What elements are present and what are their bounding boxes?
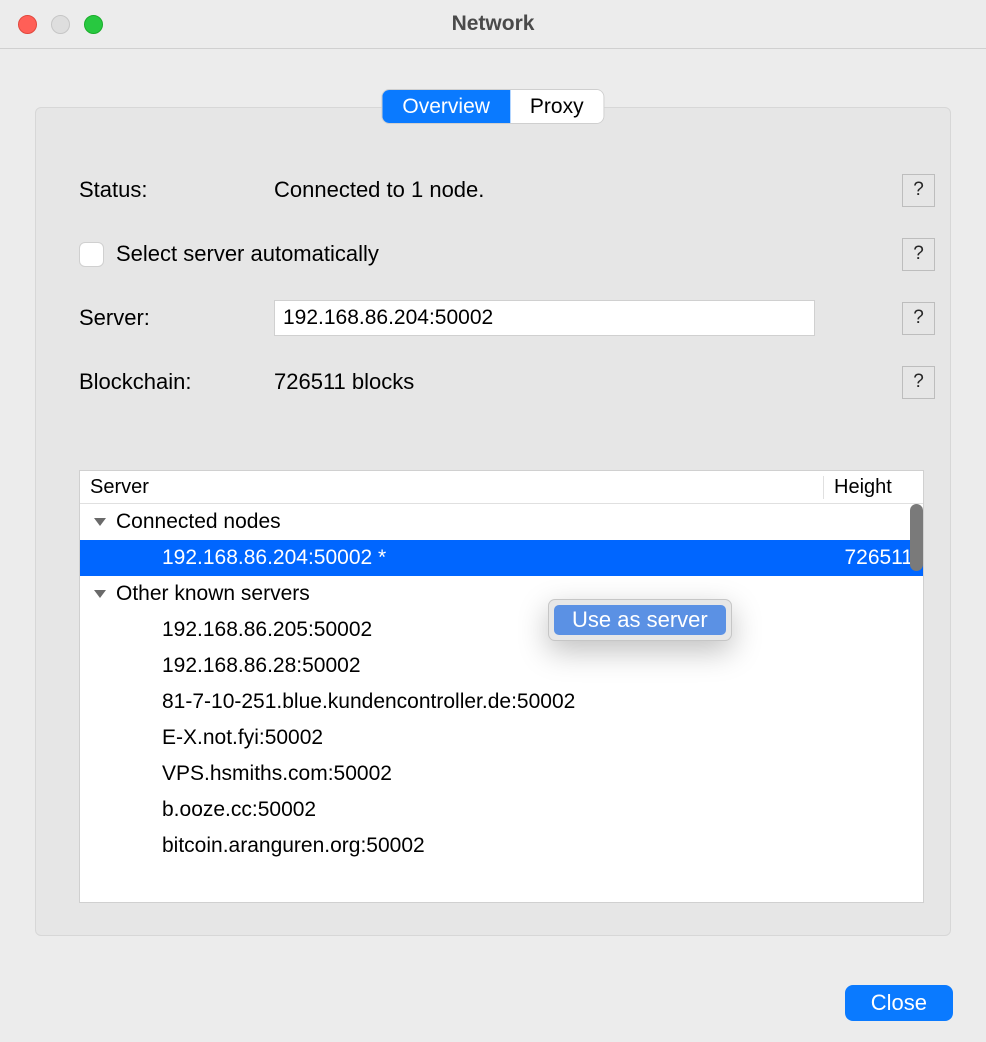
auto-select-label: Select server automatically — [116, 241, 379, 267]
status-label: Status: — [79, 177, 274, 203]
tree-group-connected[interactable]: Connected nodes — [80, 504, 923, 540]
tree-item[interactable]: 192.168.86.28:50002 — [80, 648, 923, 684]
status-row: Status: Connected to 1 node. ? — [79, 172, 935, 208]
tree-group-label: Other known servers — [116, 582, 310, 606]
tree-item-server: 81-7-10-251.blue.kundencontroller.de:500… — [162, 690, 575, 714]
tree-item-server: E-X.not.fyi:50002 — [162, 726, 323, 750]
tree-item-server: 192.168.86.204:50002 * — [162, 546, 386, 570]
blockchain-row: Blockchain: 726511 blocks ? — [79, 364, 935, 400]
tree-item[interactable]: 192.168.86.205:50002 — [80, 612, 923, 648]
tree-item[interactable]: b.ooze.cc:50002 — [80, 792, 923, 828]
context-menu: Use as server — [548, 599, 732, 641]
tree-group-other[interactable]: Other known servers — [80, 576, 923, 612]
window-title: Network — [0, 12, 986, 36]
auto-select-help-button[interactable]: ? — [902, 238, 935, 271]
tree-item[interactable]: VPS.hsmiths.com:50002 — [80, 756, 923, 792]
auto-select-control[interactable]: Select server automatically — [79, 241, 379, 267]
form-area: Status: Connected to 1 node. ? Select se… — [79, 172, 935, 428]
tree-item-selected[interactable]: 192.168.86.204:50002 * 726511 — [80, 540, 923, 576]
chevron-down-icon — [94, 590, 106, 598]
tab-proxy[interactable]: Proxy — [510, 90, 604, 123]
tabbar: Overview Proxy — [381, 89, 604, 124]
status-help-button[interactable]: ? — [902, 174, 935, 207]
blockchain-label: Blockchain: — [79, 369, 274, 395]
status-value: Connected to 1 node. — [274, 177, 484, 203]
server-input[interactable] — [274, 300, 815, 336]
tab-overview[interactable]: Overview — [382, 90, 510, 123]
tree-item[interactable]: bitcoin.aranguren.org:50002 — [80, 828, 923, 864]
tree-item-server: 192.168.86.205:50002 — [162, 618, 372, 642]
tree-group-label: Connected nodes — [116, 510, 281, 534]
server-label: Server: — [79, 305, 274, 331]
tree-body: Connected nodes 192.168.86.204:50002 * 7… — [80, 504, 923, 864]
main-panel: Overview Proxy Status: Connected to 1 no… — [35, 107, 951, 936]
server-tree[interactable]: Server Height Connected nodes 192.168.86… — [79, 470, 924, 903]
tree-item-server: bitcoin.aranguren.org:50002 — [162, 834, 425, 858]
tree-item-server: VPS.hsmiths.com:50002 — [162, 762, 392, 786]
tree-item-server: b.ooze.cc:50002 — [162, 798, 316, 822]
tree-item-server: 192.168.86.28:50002 — [162, 654, 361, 678]
tree-header-server[interactable]: Server — [80, 476, 823, 499]
chevron-down-icon — [94, 518, 106, 526]
server-row: Server: ? — [79, 300, 935, 336]
tree-header-height[interactable]: Height — [823, 476, 923, 499]
auto-select-row: Select server automatically ? — [79, 236, 935, 272]
titlebar: Network — [0, 0, 986, 49]
blockchain-help-button[interactable]: ? — [902, 366, 935, 399]
server-help-button[interactable]: ? — [902, 302, 935, 335]
tree-item[interactable]: E-X.not.fyi:50002 — [80, 720, 923, 756]
scrollbar-thumb[interactable] — [910, 504, 923, 571]
menu-use-as-server[interactable]: Use as server — [554, 605, 726, 635]
tree-header: Server Height — [80, 471, 923, 504]
close-button[interactable]: Close — [845, 985, 953, 1021]
blockchain-value: 726511 blocks — [274, 369, 414, 395]
tree-item[interactable]: 81-7-10-251.blue.kundencontroller.de:500… — [80, 684, 923, 720]
auto-select-checkbox[interactable] — [79, 242, 104, 267]
